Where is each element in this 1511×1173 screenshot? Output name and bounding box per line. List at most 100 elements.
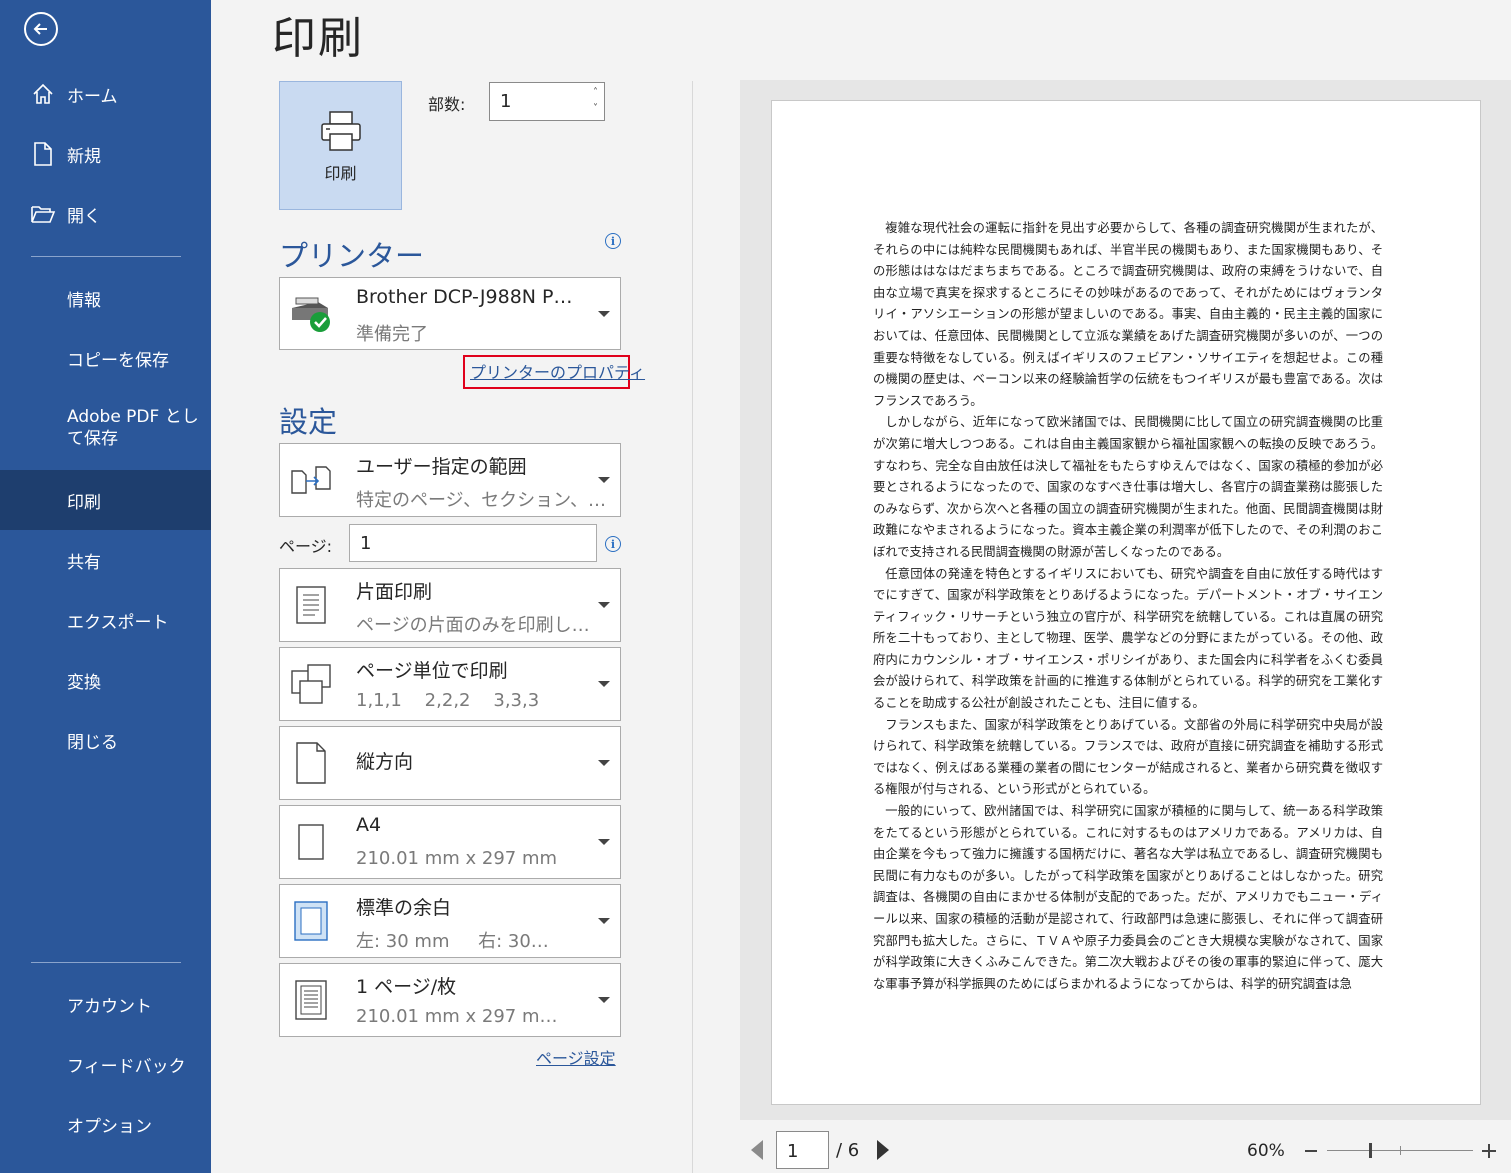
- zoom-in-icon[interactable]: [1482, 1144, 1496, 1158]
- back-button[interactable]: [24, 12, 58, 46]
- margins-dropdown[interactable]: 標準の余白 左: 30 mm 右: 30…: [279, 884, 621, 958]
- printer-properties-link[interactable]: プリンターのプロパティ: [470, 359, 645, 383]
- sides-dropdown[interactable]: 片面印刷 ページの片面のみを印刷し…: [279, 568, 621, 642]
- margins-subtitle: 左: 30 mm 右: 30…: [356, 931, 549, 952]
- paper-size-dropdown[interactable]: A4 210.01 mm x 297 mm: [279, 805, 621, 879]
- sidebar-item-save-as-pdf[interactable]: Adobe PDF として保存: [0, 402, 211, 458]
- pages-input[interactable]: 1: [349, 524, 597, 562]
- orientation-dropdown[interactable]: 縦方向: [279, 726, 621, 800]
- print-range-subtitle: 特定のページ、セクション、…: [356, 490, 607, 511]
- single-sided-icon: [288, 582, 334, 628]
- preview-text: 複雑な現代社会の運転に指針を見出す必要からして、各種の調査研究機関が生まれたが、…: [873, 218, 1383, 995]
- sides-subtitle: ページの片面のみを印刷し…: [356, 615, 590, 636]
- pages-per-sheet-subtitle: 210.01 mm x 297 m…: [356, 1006, 558, 1027]
- preview-paragraph: 任意団体の発達を特色とするイギリスにおいても、研究や調査を自由に放任する時代はす…: [873, 566, 1383, 711]
- preview-paragraph: しかしながら、近年になって欧米諸国では、民間機関に比して国立の研究調査機関の比重…: [873, 415, 1383, 559]
- sidebar-item-transform[interactable]: 変換: [0, 652, 211, 708]
- sidebar-item-label: コピーを保存: [67, 350, 169, 371]
- copies-spin-buttons[interactable]: ˄ ˅: [593, 85, 598, 117]
- previous-page-icon[interactable]: [751, 1140, 763, 1160]
- preview-paragraph: 一般的にいって、欧州諸国では、科学研究に国家が積極的に関与して、統一ある科学政策…: [873, 804, 1383, 991]
- chevron-up-icon[interactable]: ˄: [593, 85, 598, 101]
- print-range-dropdown[interactable]: ユーザー指定の範囲 特定のページ、セクション、…: [279, 443, 621, 517]
- pages-value: 1: [360, 533, 372, 554]
- copies-value: 1: [500, 91, 512, 112]
- orientation-title: 縦方向: [356, 751, 414, 773]
- new-doc-icon: [30, 141, 56, 167]
- chevron-down-icon: [598, 918, 610, 924]
- copies-stepper[interactable]: 1 ˄ ˅: [489, 82, 605, 121]
- sidebar-item-close[interactable]: 閉じる: [0, 712, 211, 768]
- printer-heading: プリンター: [279, 239, 425, 273]
- paper-size-subtitle: 210.01 mm x 297 mm: [356, 848, 558, 869]
- zoom-slider-thumb[interactable]: [1369, 1143, 1372, 1158]
- chevron-down-icon: [598, 760, 610, 766]
- portrait-icon: [288, 740, 334, 786]
- page-range-icon: [288, 457, 334, 503]
- sidebar-item-save-copy[interactable]: コピーを保存: [0, 330, 211, 386]
- sidebar-item-open[interactable]: 開く: [0, 186, 211, 242]
- backstage-sidebar: ホーム 新規 開く 情報 コピーを保存 Adobe PDF として保存 印刷 共…: [0, 0, 211, 1173]
- sidebar-item-label: 共有: [67, 552, 101, 573]
- sidebar-item-feedback[interactable]: フィードバック: [0, 1036, 211, 1092]
- sidebar-item-label: アカウント: [67, 996, 152, 1017]
- pages-per-sheet-dropdown[interactable]: 1 ページ/枚 210.01 mm x 297 m…: [279, 963, 621, 1037]
- sidebar-item-home[interactable]: ホーム: [0, 66, 211, 122]
- home-icon: [30, 81, 56, 107]
- sidebar-item-label: Adobe PDF として保存: [67, 407, 199, 449]
- printer-name: Brother DCP-J988N P…: [356, 286, 573, 308]
- sidebar-divider: [31, 256, 181, 257]
- info-icon[interactable]: i: [605, 233, 621, 249]
- chevron-down-icon: [598, 310, 610, 317]
- next-page-icon[interactable]: [877, 1140, 889, 1160]
- collate-icon: [288, 661, 334, 707]
- printer-device-icon: [288, 291, 334, 337]
- printer-status: 準備完了: [356, 324, 428, 345]
- pages-per-sheet-icon: [288, 977, 334, 1023]
- page-title: 印刷: [272, 13, 364, 64]
- collate-dropdown[interactable]: ページ単位で印刷 1,1,1 2,2,2 3,3,3: [279, 647, 621, 721]
- chevron-down-icon: [598, 681, 610, 687]
- total-pages: / 6: [836, 1140, 860, 1161]
- sidebar-item-account[interactable]: アカウント: [0, 976, 211, 1032]
- chevron-down-icon: [598, 477, 610, 483]
- pages-label: ページ:: [279, 537, 333, 556]
- sidebar-item-label: 新規: [67, 146, 101, 167]
- info-icon[interactable]: i: [605, 536, 621, 552]
- sidebar-divider: [31, 962, 181, 963]
- sidebar-item-options[interactable]: オプション: [0, 1096, 211, 1152]
- folder-open-icon: [30, 201, 56, 227]
- panel-divider: [692, 81, 693, 1173]
- zoom-100-tick: [1400, 1146, 1401, 1155]
- copies-label: 部数:: [428, 95, 466, 114]
- zoom-out-icon[interactable]: [1305, 1150, 1317, 1152]
- pages-per-sheet-title: 1 ページ/枚: [356, 976, 457, 998]
- printer-icon: [320, 110, 361, 151]
- print-range-title: ユーザー指定の範囲: [356, 456, 527, 478]
- zoom-level[interactable]: 60%: [1247, 1141, 1285, 1161]
- chevron-down-icon: [598, 602, 610, 608]
- page-setup-link[interactable]: ページ設定: [536, 1045, 616, 1069]
- sidebar-item-share[interactable]: 共有: [0, 532, 211, 588]
- chevron-down-icon[interactable]: ˅: [593, 101, 598, 117]
- sidebar-item-info[interactable]: 情報: [0, 270, 211, 326]
- sidebar-item-new[interactable]: 新規: [0, 126, 211, 182]
- sidebar-item-print[interactable]: 印刷: [0, 470, 211, 530]
- printer-dropdown[interactable]: Brother DCP-J988N P… 準備完了: [279, 277, 621, 350]
- print-button-label: 印刷: [324, 163, 357, 183]
- print-button[interactable]: 印刷: [279, 81, 402, 210]
- sidebar-item-label: エクスポート: [67, 612, 169, 633]
- sides-title: 片面印刷: [356, 581, 433, 603]
- sidebar-item-label: 情報: [67, 290, 101, 311]
- sidebar-item-label: ホーム: [67, 86, 118, 107]
- current-page-input[interactable]: 1: [776, 1131, 829, 1169]
- sidebar-item-label: オプション: [67, 1116, 152, 1137]
- back-arrow-icon: [33, 23, 47, 35]
- sidebar-item-label: 閉じる: [67, 732, 118, 753]
- margins-icon: [288, 898, 334, 944]
- paper-size-title: A4: [356, 814, 382, 836]
- collate-title: ページ単位で印刷: [356, 660, 508, 682]
- current-page-value: 1: [787, 1141, 799, 1162]
- sidebar-item-export[interactable]: エクスポート: [0, 592, 211, 648]
- paper-size-icon: [288, 819, 334, 865]
